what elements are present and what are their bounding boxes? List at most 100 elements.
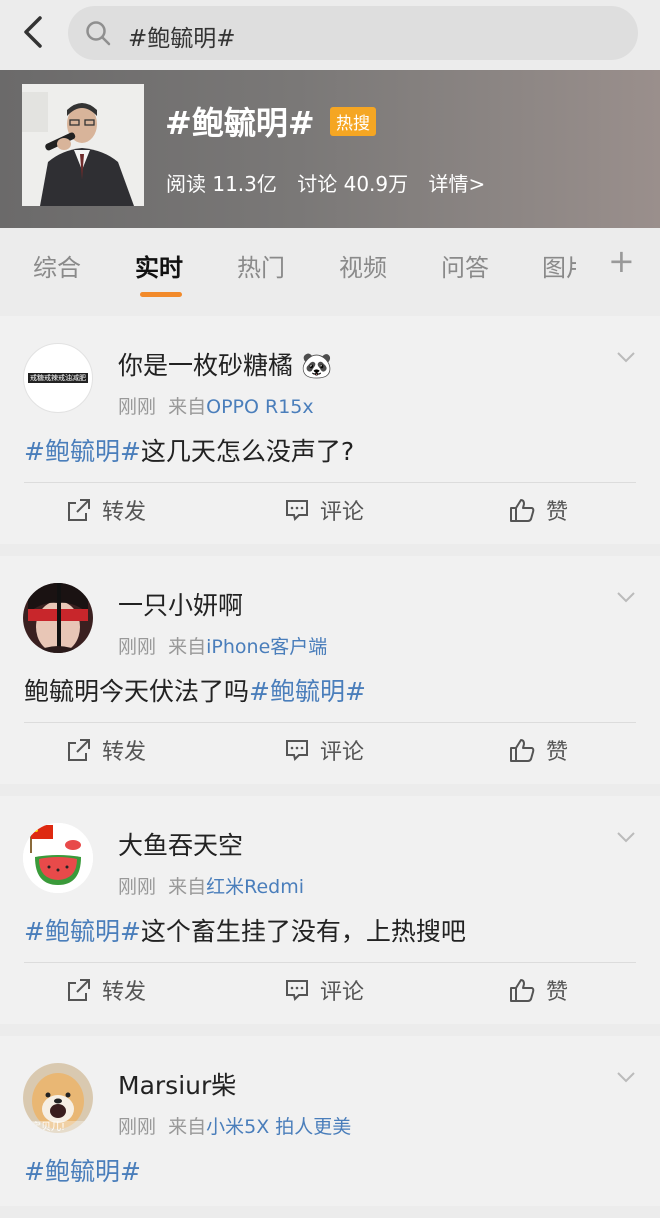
user-name[interactable]: Marsiur柴	[118, 1066, 236, 1102]
avatar[interactable]: 戒糖戒辣戒油减肥	[23, 343, 93, 413]
avatar[interactable]: 宝贝儿!	[23, 1063, 93, 1133]
post-source[interactable]: 红米Redmi	[206, 876, 304, 898]
comment-label: 评论	[320, 740, 365, 765]
avatar[interactable]	[23, 823, 93, 893]
post-feed: 戒糖戒辣戒油减肥 你是一枚砂糖橘 🐼 刚刚 来自OPPO R15x #鲍毓明#这…	[0, 316, 660, 1218]
post-meta: 刚刚 来自红米Redmi	[118, 872, 304, 899]
topic-thumbnail[interactable]	[22, 84, 144, 206]
like-button[interactable]: 赞	[508, 734, 568, 766]
divider	[24, 482, 636, 483]
post-body: 鲍毓明今天伏法了吗	[24, 677, 250, 706]
post-meta: 刚刚 来自OPPO R15x	[118, 392, 314, 419]
post-text: #鲍毓明#这几天怎么没声了?	[24, 432, 354, 468]
hashtag-link[interactable]: #鲍毓明#	[24, 917, 141, 946]
post-time: 刚刚	[118, 1116, 157, 1138]
user-name[interactable]: 大鱼吞天空	[118, 826, 243, 862]
post-source[interactable]: OPPO R15x	[206, 396, 314, 418]
comment-button[interactable]: 评论	[284, 734, 364, 766]
post-time: 刚刚	[118, 396, 157, 418]
tab-comprehensive[interactable]: 综合	[33, 248, 81, 283]
back-arrow-icon[interactable]	[18, 14, 50, 50]
tab-images[interactable]: 图片	[542, 248, 576, 283]
post-actions: 转发 评论 赞	[0, 494, 660, 534]
post-time: 刚刚	[118, 876, 157, 898]
share-icon	[68, 499, 90, 521]
add-tab-icon[interactable]: +	[608, 242, 635, 280]
search-query: #鲍毓明#	[128, 26, 236, 52]
like-label: 赞	[546, 500, 569, 525]
repost-button[interactable]: 转发	[66, 974, 146, 1006]
source-prefix: 来自	[168, 636, 207, 658]
post-text: #鲍毓明#这个畜生挂了没有，上热搜吧	[24, 912, 466, 948]
post-card: 戒糖戒辣戒油减肥 你是一枚砂糖橘 🐼 刚刚 来自OPPO R15x #鲍毓明#这…	[0, 316, 660, 544]
like-label: 赞	[546, 740, 569, 765]
chevron-down-icon[interactable]	[616, 590, 636, 604]
source-prefix: 来自	[168, 396, 207, 418]
tab-qa[interactable]: 问答	[441, 248, 489, 283]
search-icon	[86, 21, 111, 46]
repost-label: 转发	[102, 500, 147, 525]
like-label: 赞	[546, 980, 569, 1005]
comment-label: 评论	[320, 980, 365, 1005]
avatar[interactable]	[23, 583, 93, 653]
repost-button[interactable]: 转发	[66, 494, 146, 526]
user-name[interactable]: 你是一枚砂糖橘 🐼	[118, 346, 332, 382]
post-body: 这几天怎么没声了?	[140, 437, 355, 466]
discussion-count: 讨论 40.9万	[297, 172, 409, 196]
post-actions: 转发 评论 赞	[0, 734, 660, 774]
post-meta: 刚刚 来自iPhone客户端	[118, 632, 327, 659]
repost-button[interactable]: 转发	[66, 734, 146, 766]
post-card: 宝贝儿! Marsiur柴 刚刚 来自小米5X 拍人更美 #鲍毓明#	[0, 1036, 660, 1206]
avatar-caption: 宝贝儿!	[31, 1122, 66, 1133]
top-bar: #鲍毓明#	[0, 0, 660, 70]
tab-hot[interactable]: 热门	[237, 248, 285, 283]
tab-realtime[interactable]: 实时	[135, 248, 183, 283]
thumbs-up-icon	[510, 499, 535, 522]
hashtag-link[interactable]: #鲍毓明#	[24, 437, 141, 466]
chevron-down-icon[interactable]	[616, 830, 636, 844]
avatar-text: 戒糖戒辣戒油减肥	[28, 373, 88, 383]
share-icon	[68, 739, 90, 761]
source-prefix: 来自	[168, 876, 207, 898]
like-button[interactable]: 赞	[508, 974, 568, 1006]
hot-badge: 热搜	[330, 107, 376, 136]
search-bar[interactable]: #鲍毓明#	[68, 6, 638, 60]
read-count: 阅读 11.3亿	[166, 172, 277, 196]
post-card: 大鱼吞天空 刚刚 来自红米Redmi #鲍毓明#这个畜生挂了没有，上热搜吧 转发…	[0, 796, 660, 1024]
post-time: 刚刚	[118, 636, 157, 658]
share-icon	[68, 979, 90, 1001]
topic-stats: 阅读 11.3亿 讨论 40.9万 详情>	[166, 168, 499, 197]
chevron-down-icon[interactable]	[616, 350, 636, 364]
comment-icon	[286, 740, 308, 761]
details-link[interactable]: 详情>	[429, 172, 486, 196]
thumbs-up-icon	[510, 979, 535, 1002]
repost-label: 转发	[102, 980, 147, 1005]
topic-title: #鲍毓明#	[165, 104, 315, 142]
comment-icon	[286, 980, 308, 1001]
post-text: #鲍毓明#	[24, 1152, 141, 1188]
divider	[24, 962, 636, 963]
post-actions: 转发 评论 赞	[0, 974, 660, 1014]
post-body: 这个畜生挂了没有，上热搜吧	[140, 917, 466, 946]
hashtag-link[interactable]: #鲍毓明#	[24, 1157, 141, 1186]
source-prefix: 来自	[168, 1116, 207, 1138]
user-name[interactable]: 一只小妍啊	[118, 586, 243, 622]
comment-icon	[286, 500, 308, 521]
post-source[interactable]: 小米5X 拍人更美	[206, 1116, 351, 1138]
tab-bar: 综合 实时 热门 视频 问答 图片 +	[0, 228, 660, 302]
tab-video[interactable]: 视频	[339, 248, 387, 283]
post-meta: 刚刚 来自小米5X 拍人更美	[118, 1112, 351, 1139]
comment-button[interactable]: 评论	[284, 494, 364, 526]
post-text: 鲍毓明今天伏法了吗#鲍毓明#	[24, 672, 366, 708]
like-button[interactable]: 赞	[508, 494, 568, 526]
comment-label: 评论	[320, 500, 365, 525]
divider	[24, 722, 636, 723]
chevron-down-icon[interactable]	[616, 1070, 636, 1084]
topic-header: #鲍毓明# 热搜 阅读 11.3亿 讨论 40.9万 详情>	[0, 70, 660, 228]
hashtag-link[interactable]: #鲍毓明#	[249, 677, 366, 706]
thumbs-up-icon	[510, 739, 535, 762]
active-tab-indicator	[140, 292, 182, 297]
comment-button[interactable]: 评论	[284, 974, 364, 1006]
repost-label: 转发	[102, 740, 147, 765]
post-source[interactable]: iPhone客户端	[206, 636, 327, 658]
